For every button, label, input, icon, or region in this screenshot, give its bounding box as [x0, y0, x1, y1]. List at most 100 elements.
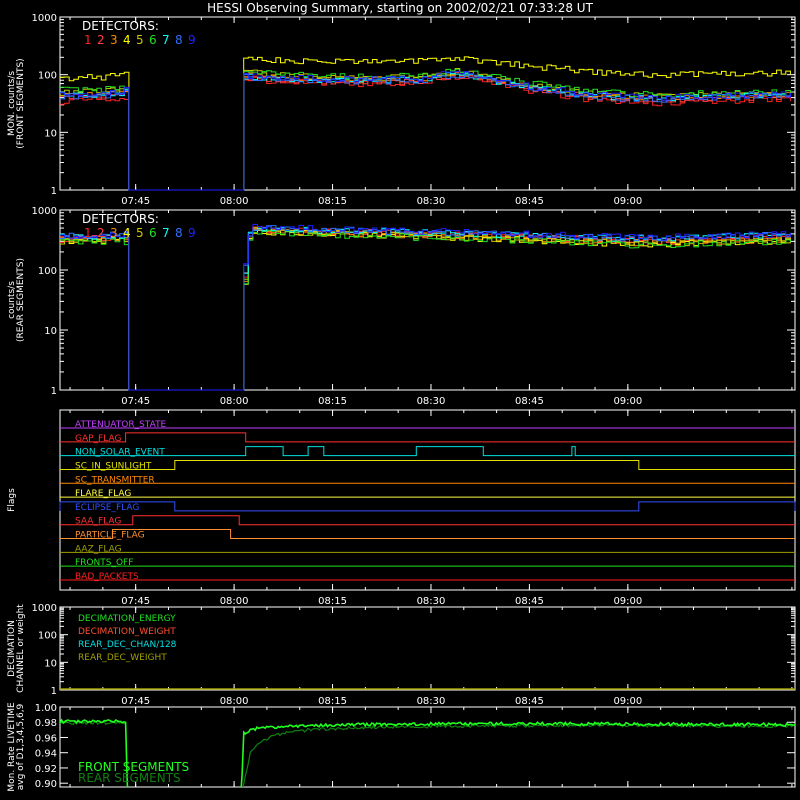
y-tick-label: 1000 [32, 603, 57, 614]
y-tick-label: 10 [44, 128, 57, 139]
x-tick-label: 09:00 [613, 596, 642, 607]
flag-label: SAA_FLAG [75, 517, 121, 527]
flag-line-non_solar_event [60, 446, 795, 457]
series-line-det-5 [60, 68, 791, 191]
legend-entry-det-5: 5 [136, 226, 144, 240]
legend-entry-det-9: 9 [188, 33, 196, 47]
livetime-legend-entry: REAR SEGMENTS [78, 771, 181, 785]
y-axis-label: CHANNEL or weight [16, 604, 26, 693]
legend-entry-det-1: 1 [84, 226, 92, 240]
series-line-det-1 [60, 226, 791, 391]
y-tick-label: 10 [44, 658, 57, 669]
y-axis-label: (REAR SEGMENTS) [16, 258, 26, 342]
x-tick-label: 08:00 [220, 396, 249, 407]
decimation-panel: 07:45 08:00 08:15 08:30 08:45 09:00 DECIMATION… [7, 603, 796, 707]
x-tick-label: 08:30 [417, 696, 446, 707]
legend-title: DETECTORS: [82, 212, 159, 226]
legend-title: DETECTORS: [82, 19, 159, 33]
series-line-det-2 [60, 226, 791, 391]
x-tick-label: 08:15 [318, 196, 347, 207]
y-tick-label: 1 [51, 686, 57, 697]
rear-panel: 07:45 08:00 08:15 08:30 08:45 09:00counts/s (R… [7, 206, 796, 407]
plot-title: HESSI Observing Summary, starting on 200… [207, 1, 593, 15]
y-axis-label: (FRONT SEGMENTS) [16, 58, 26, 148]
x-tick-label: 08:15 [318, 396, 347, 407]
legend-entry-det-8: 8 [175, 33, 183, 47]
x-tick-label: 09:00 [613, 696, 642, 707]
flag-line-gap_flag [60, 432, 795, 443]
flag-line-saa_flag [60, 515, 795, 526]
x-tick-label: 07:45 [121, 696, 150, 707]
series-line-det-7 [60, 226, 791, 391]
flags-panel: 07:45 08:00 08:15 08:30 08:45 09:00 Flags ATTEN… [7, 409, 796, 607]
x-tick-label: 07:45 [121, 196, 150, 207]
series-line-det-1 [60, 73, 791, 191]
y-tick-label: 1000 [32, 206, 57, 217]
legend-entry-det-6: 6 [149, 226, 157, 240]
series-line-det-8 [60, 225, 791, 391]
x-tick-label: 08:30 [417, 596, 446, 607]
y-tick-label: 100 [38, 631, 57, 642]
decimation-legend-entry: REAR_DEC_CHAN/128 [78, 640, 177, 650]
legend-entry-det-1: 1 [84, 33, 92, 47]
x-tick-label: 08:00 [220, 196, 249, 207]
observing-summary-plot: HESSI Observing Summary, starting on 200… [7, 1, 796, 792]
x-tick-label: 09:00 [613, 196, 642, 207]
x-tick-label: 08:45 [515, 196, 544, 207]
legend-entry-det-4: 4 [123, 33, 131, 47]
flag-line-eclipse_flag [59, 501, 796, 512]
legend-entry-det-5: 5 [136, 33, 144, 47]
y-tick-label: 0.94 [35, 749, 57, 760]
series-line-det-2 [60, 72, 791, 191]
series-line-det-8 [60, 74, 791, 191]
series-line-det-6 [60, 68, 791, 191]
legend-entry-det-2: 2 [97, 226, 105, 240]
flag-label: NON_SOLAR_EVENT [75, 448, 165, 458]
front-panel: 07:45 08:00 08:15 08:30 08:45 09:00MON. count… [7, 13, 796, 207]
y-tick-label: 0.96 [35, 733, 57, 744]
series-line-det-7 [60, 72, 791, 191]
y-tick-label: 10 [44, 326, 57, 337]
flag-label: FRONTS_OFF [75, 558, 133, 568]
decimation-legend-entry: DECIMATION_ENERGY [78, 614, 176, 624]
legend-entry-det-2: 2 [97, 33, 105, 47]
x-tick-label: 08:00 [220, 696, 249, 707]
legend-entry-det-7: 7 [162, 33, 170, 47]
flag-line-sc_in_sunlight [60, 459, 795, 470]
x-tick-label: 08:45 [515, 396, 544, 407]
series-line-det-9 [60, 71, 791, 191]
flag-label: GAP_FLAG [75, 434, 121, 444]
series-line-det-6 [60, 229, 791, 391]
y-tick-label: 100 [38, 266, 57, 277]
x-tick-label: 07:45 [121, 396, 150, 407]
flag-label: SC_IN_SUNLIGHT [75, 461, 152, 471]
x-tick-label: 08:30 [417, 396, 446, 407]
flag-line-particle_flag [60, 529, 795, 540]
x-tick-label: 08:45 [515, 596, 544, 607]
legend-entry-det-6: 6 [149, 33, 157, 47]
y-tick-label: 1000 [32, 13, 57, 24]
series-line-det-5 [60, 227, 791, 391]
decimation-legend-entry: DECIMATION_WEIGHT [78, 627, 176, 637]
y-axis-label: Flags [7, 488, 17, 512]
x-tick-label: 08:15 [318, 696, 347, 707]
flags-frame [59, 409, 796, 591]
flag-label: AAZ_FLAG [75, 544, 122, 554]
y-tick-label: 100 [38, 71, 57, 82]
decimation-legend-entry: REAR_DEC_WEIGHT [78, 653, 167, 663]
x-tick-label: 08:15 [318, 596, 347, 607]
y-tick-label: 0.98 [35, 718, 57, 729]
y-axis-label: avg of D1,3,4,5,6,9 [16, 703, 26, 790]
flag-label: SC_TRANSMITTER [75, 475, 155, 485]
x-tick-label: 08:45 [515, 696, 544, 707]
legend-entry-det-3: 3 [110, 33, 118, 47]
series-line-det-4 [60, 229, 791, 391]
x-tick-label: 07:45 [121, 596, 150, 607]
y-tick-label: 1 [51, 386, 57, 397]
x-tick-label: 08:00 [220, 596, 249, 607]
flag-label: FLARE_FLAG [75, 489, 131, 499]
x-tick-label: 08:30 [417, 196, 446, 207]
series-line-det-3 [60, 71, 791, 191]
y-tick-label: 0.90 [35, 779, 57, 790]
flag-label: BAD_PACKETS [75, 572, 139, 582]
